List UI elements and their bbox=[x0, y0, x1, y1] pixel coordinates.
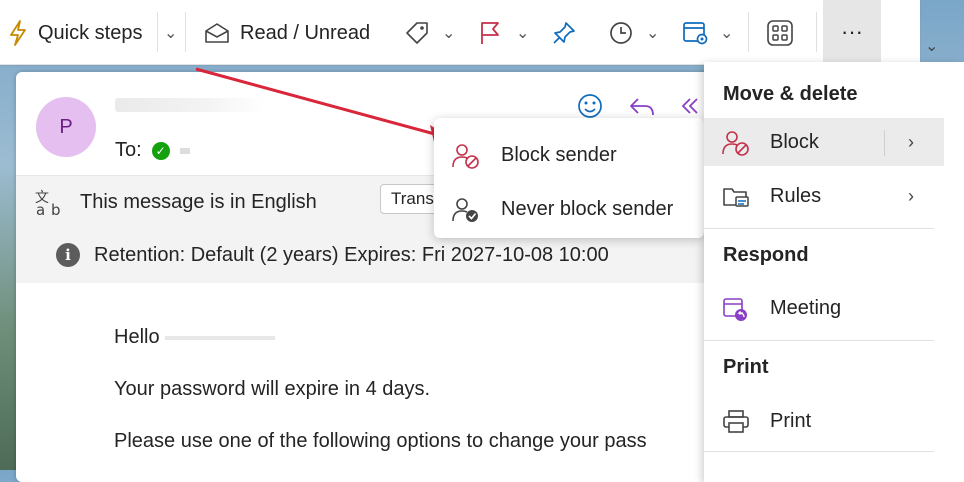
section-title-move-delete: Move & delete bbox=[723, 83, 858, 105]
section-title-print: Print bbox=[723, 356, 769, 378]
person-check-icon bbox=[452, 197, 480, 223]
more-options-menu: Move & delete Block › Rules › Respond Me… bbox=[704, 62, 964, 482]
never-block-sender-item[interactable]: Never block sender bbox=[434, 182, 704, 236]
menu-item-meeting[interactable]: Meeting bbox=[704, 284, 944, 332]
menu-item-meeting-label: Meeting bbox=[770, 296, 842, 319]
block-sender-item[interactable]: Block sender bbox=[434, 128, 704, 182]
menu-item-print-label: Print bbox=[770, 409, 812, 432]
chevron-right-icon[interactable]: › bbox=[908, 132, 914, 153]
printer-icon bbox=[722, 409, 750, 435]
block-person-icon bbox=[452, 143, 480, 169]
menu-item-block[interactable]: Block › bbox=[704, 118, 944, 166]
section-title-respond: Respond bbox=[723, 244, 809, 266]
chevron-right-icon[interactable]: › bbox=[908, 186, 914, 207]
split-divider bbox=[884, 130, 885, 156]
menu-divider bbox=[704, 451, 934, 452]
block-submenu: Block sender Never block sender bbox=[434, 118, 704, 238]
menu-divider bbox=[704, 228, 934, 229]
rules-folder-icon bbox=[722, 184, 750, 210]
menu-item-print[interactable]: Print bbox=[704, 397, 944, 445]
menu-item-rules[interactable]: Rules › bbox=[704, 172, 944, 220]
menu-item-block-label: Block bbox=[770, 130, 819, 153]
menu-divider bbox=[704, 340, 934, 341]
menu-item-rules-label: Rules bbox=[770, 184, 822, 207]
never-block-sender-label: Never block sender bbox=[501, 197, 674, 220]
block-person-icon bbox=[722, 130, 750, 156]
calendar-reply-icon bbox=[722, 296, 750, 322]
block-sender-label: Block sender bbox=[501, 143, 617, 166]
